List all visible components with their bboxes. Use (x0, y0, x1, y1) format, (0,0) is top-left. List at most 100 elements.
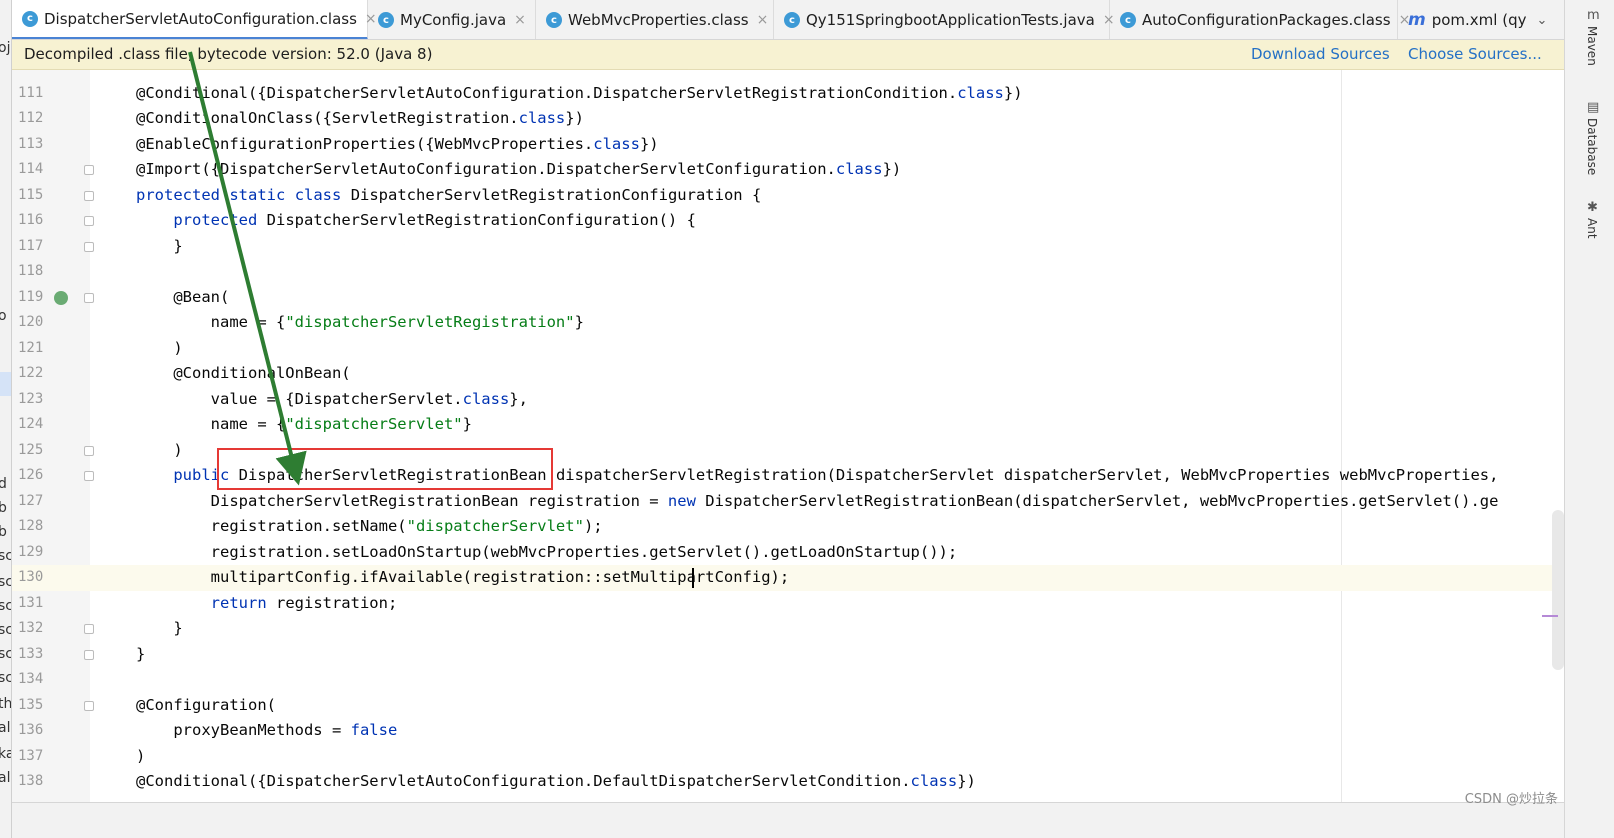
code-token: registration.setName( (136, 517, 407, 535)
keyword-token: class (593, 134, 640, 153)
bean-icon[interactable] (54, 290, 68, 305)
tool-window-ant[interactable]: Ant (1585, 218, 1599, 239)
editor-tab[interactable]: c MyConfig.java × (368, 0, 536, 39)
code-token: DispatcherServletRegistrationConfigurati… (257, 211, 696, 229)
code-token: }) (957, 772, 976, 790)
tool-window-maven[interactable]: Maven (1585, 26, 1599, 66)
code-token: DispatcherServletRegistrationBean regist… (136, 491, 668, 510)
project-tree-fragment[interactable]: sc (0, 670, 11, 686)
project-tree-fragment[interactable]: al. (0, 720, 11, 736)
code-line[interactable]: } (90, 642, 1564, 668)
line-number: 130 (18, 569, 44, 585)
project-tree-fragment[interactable]: oj (0, 40, 10, 56)
code-token: } (136, 644, 146, 663)
line-number: 131 (18, 594, 44, 611)
code-line-text: @ConditionalOnClass({ServletRegistration… (136, 106, 584, 132)
project-tree-fragment[interactable]: sc (0, 598, 11, 614)
project-tree-fragment[interactable]: b (0, 524, 7, 540)
code-line[interactable]: name = {"dispatcherServlet"} (90, 412, 1564, 438)
choose-sources-link[interactable]: Choose Sources... (1408, 45, 1542, 63)
editor-tab[interactable]: c DispatcherServletAutoConfiguration.clas… (12, 0, 377, 39)
code-line-text: DispatcherServletRegistrationBean regist… (136, 489, 1499, 515)
project-tree-fragment[interactable]: o (0, 308, 7, 324)
code-editor[interactable]: 111 112 113 114 115 116 117 118 119 120 121 122 123 1… (12, 70, 1564, 802)
code-line[interactable]: @Configuration( (90, 693, 1564, 719)
code-line-text: name = {"dispatcherServlet"} (136, 412, 472, 438)
code-line[interactable]: @ConditionalOnClass({ServletRegistration… (90, 106, 1564, 132)
code-line-text: } (136, 616, 182, 642)
close-icon[interactable]: × (514, 12, 526, 28)
editor-gutter: 111 112 113 114 115 116 117 118 119 120 121 122 123 1… (12, 70, 94, 802)
code-line[interactable]: } (90, 234, 1564, 260)
code-area[interactable]: @Conditional({DispatcherServletAutoConfi… (90, 70, 1564, 802)
code-line[interactable]: @Import({DispatcherServletAutoConfigurat… (90, 157, 1564, 183)
vertical-scrollbar[interactable] (1552, 510, 1564, 670)
code-token: }) (565, 109, 584, 127)
gutter-row: 114 (12, 157, 94, 183)
editor-tab[interactable]: c WebMvcProperties.class × (536, 0, 774, 39)
code-line[interactable]: registration.setName("dispatcherServlet"… (90, 514, 1564, 540)
string-token: "dispatcherServletRegistration" (285, 313, 575, 331)
code-token: }, (509, 389, 528, 408)
banner-message: Decompiled .class file, bytecode version… (24, 45, 433, 63)
line-number: 114 (18, 161, 44, 177)
code-line[interactable]: name = {"dispatcherServletRegistration"} (90, 310, 1564, 336)
editor-tab[interactable]: m pom.xml (qy ⌄ (1398, 0, 1564, 39)
line-number: 127 (18, 492, 44, 509)
gutter-row: 112 (12, 106, 90, 132)
project-tree-fragment[interactable]: b (0, 500, 7, 516)
code-line[interactable] (90, 667, 1564, 693)
code-line[interactable]: ) (90, 744, 1564, 770)
code-line[interactable]: @Bean( (90, 285, 1564, 311)
close-icon[interactable]: × (757, 12, 769, 28)
annotation-highlight-box (216, 448, 553, 490)
keyword-token: protected (173, 211, 258, 229)
code-line[interactable]: proxyBeanMethods = false (90, 718, 1564, 744)
editor-tab-bar: c DispatcherServletAutoConfiguration.clas… (12, 0, 1564, 40)
code-line[interactable]: multipartConfig.ifAvailable(registration… (90, 565, 1564, 591)
ant-icon[interactable]: ✱ (1587, 200, 1598, 215)
download-sources-link[interactable]: Download Sources (1251, 45, 1390, 63)
code-line[interactable]: ) (90, 336, 1564, 362)
tab-overflow-icon[interactable]: ⌄ (1536, 13, 1547, 28)
code-line[interactable]: protected DispatcherServletRegistrationC… (90, 208, 1564, 234)
maven-icon: m (1408, 10, 1426, 30)
code-line-text: registration.setName("dispatcherServlet"… (136, 514, 603, 540)
code-line[interactable]: return registration; (90, 591, 1564, 617)
code-line[interactable]: DispatcherServletRegistrationBean regist… (90, 489, 1564, 515)
project-tree-fragment[interactable]: al (0, 770, 10, 786)
code-line[interactable]: @Conditional({DispatcherServletAutoConfi… (90, 81, 1564, 107)
code-line[interactable]: protected static class DispatcherServlet… (90, 183, 1564, 209)
tool-window-database[interactable]: Database (1585, 118, 1599, 175)
code-line[interactable]: @Conditional({DispatcherServletAutoConfi… (90, 769, 1564, 795)
line-number: 119 (18, 288, 44, 305)
code-token: multipartConfig.ifAvailable(registration… (136, 568, 790, 586)
editor-tab[interactable]: c AutoConfigurationPackages.class × (1110, 0, 1410, 39)
code-token: } (462, 415, 472, 433)
scroll-marker (1542, 615, 1558, 617)
project-tree-fragment[interactable]: sc (0, 574, 11, 590)
editor-tab[interactable]: c Qy151SpringbootApplicationTests.java × (774, 0, 1115, 39)
line-number: 137 (18, 747, 44, 764)
project-tree-fragment[interactable]: th (0, 696, 11, 712)
line-number: 132 (18, 620, 44, 636)
project-tree-fragment[interactable]: sc (0, 646, 11, 662)
code-line-text: @ConditionalOnBean( (136, 361, 350, 387)
project-tree-fragment[interactable]: sc (0, 548, 11, 564)
maven-icon[interactable]: m (1587, 8, 1600, 23)
code-line[interactable] (90, 259, 1564, 285)
code-token: }) (882, 160, 902, 178)
code-line[interactable]: registration.setLoadOnStartup(webMvcProp… (90, 540, 1564, 566)
gutter-row: 119 (12, 285, 94, 311)
code-line[interactable]: } (90, 616, 1564, 642)
code-line[interactable]: @EnableConfigurationProperties({WebMvcPr… (90, 132, 1564, 158)
class-icon: c (22, 10, 38, 27)
code-line[interactable]: @ConditionalOnBean( (90, 361, 1564, 387)
project-tree-fragment[interactable]: sc (0, 622, 11, 638)
project-tree-fragment[interactable]: d (0, 476, 7, 492)
code-line[interactable]: value = {DispatcherServlet.class}, (90, 387, 1564, 413)
code-token: DispatcherServletRegistrationConfigurati… (341, 185, 762, 204)
database-icon[interactable]: ▤ (1587, 100, 1599, 115)
project-tree-fragment[interactable]: ka (0, 746, 11, 762)
